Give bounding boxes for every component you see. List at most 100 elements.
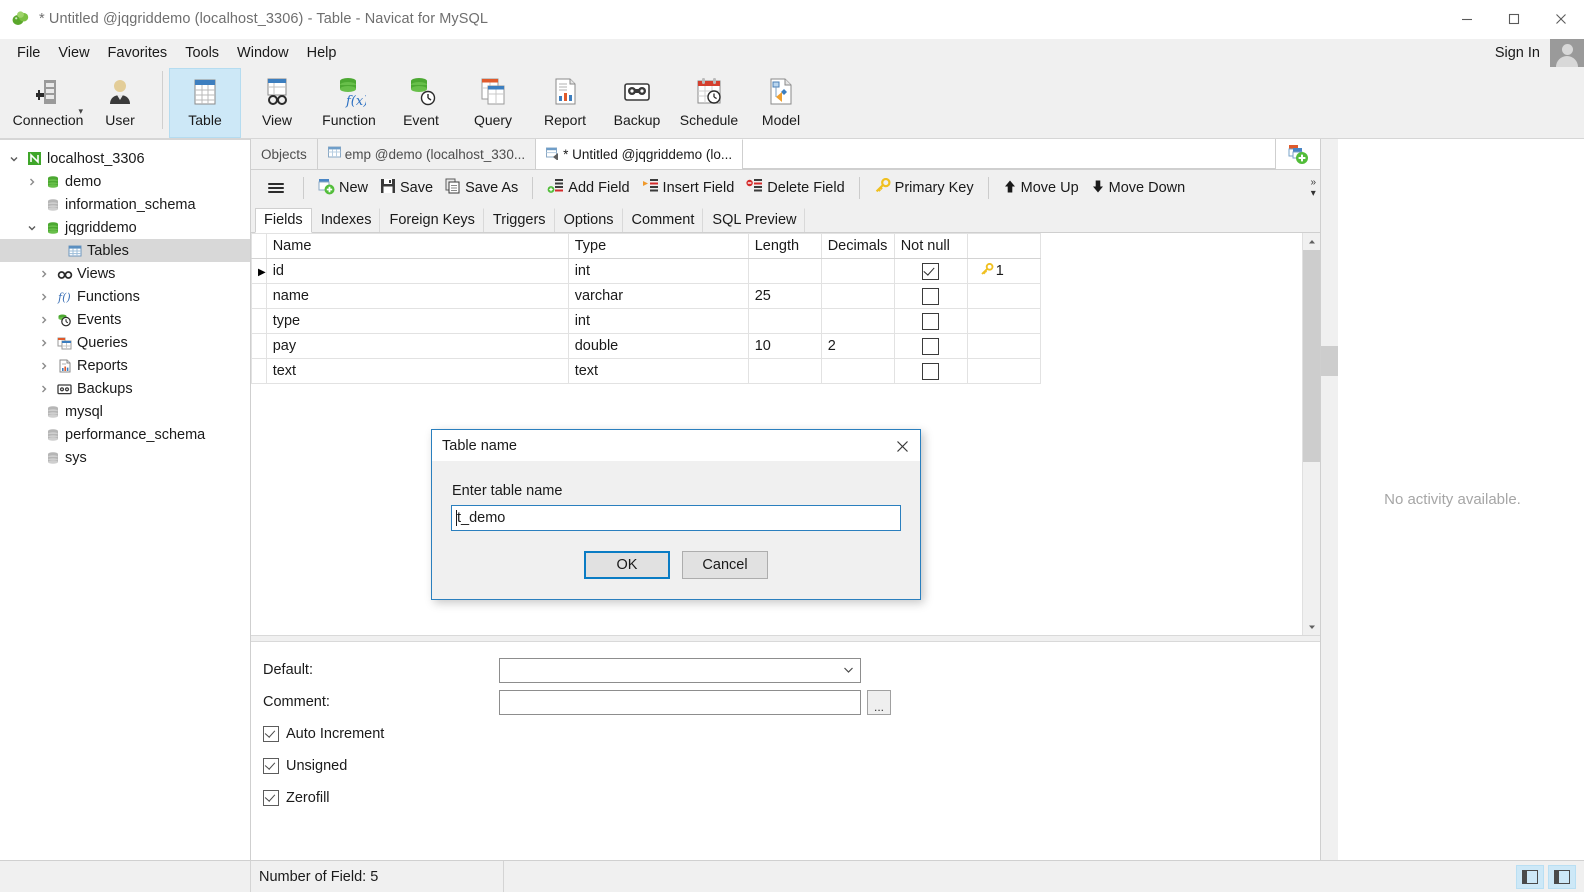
not-null-checkbox[interactable] [922,287,940,305]
panel-splitter[interactable] [251,635,1320,642]
delete-field-button[interactable]: Delete Field [740,175,850,201]
cell-decimals[interactable]: 2 [820,333,895,359]
column-header-decimals[interactable]: Decimals [820,233,895,259]
tab-emp-demo[interactable]: emp @demo (localhost_330... [317,139,537,169]
cell-name[interactable]: pay [265,333,569,359]
chevron-down-icon[interactable]: ▾ [78,106,83,117]
sidebar-item-backups[interactable]: Backups [0,377,250,400]
scroll-thumb[interactable] [1321,346,1338,376]
toolbar-report[interactable]: Report [529,68,601,139]
unsigned-checkbox[interactable] [263,758,279,774]
tab-sql-preview[interactable]: SQL Preview [703,208,806,232]
cancel-button[interactable]: Cancel [682,551,768,579]
column-header-length[interactable]: Length [747,233,822,259]
tree-item-information-schema[interactable]: information_schema [0,193,250,216]
tab-comment[interactable]: Comment [622,208,704,232]
column-header-not-null[interactable]: Not null [893,233,968,259]
insert-field-button[interactable]: Insert Field [636,175,741,201]
default-select[interactable] [499,657,861,683]
zerofill-checkbox[interactable] [263,790,279,806]
tab-triggers[interactable]: Triggers [483,208,555,232]
toolbar-backup[interactable]: Backup [601,68,673,139]
table-row[interactable]: ▶ id int 1 [251,258,1041,284]
cell-type[interactable]: text [567,358,749,384]
cell-key[interactable] [966,358,1041,384]
menu-favorites[interactable]: Favorites [99,42,177,64]
scroll-thumb[interactable] [1303,250,1320,462]
menu-help[interactable]: Help [298,42,346,64]
auto-increment-row[interactable]: Auto Increment [251,718,1320,750]
chevron-right-icon[interactable] [34,361,54,371]
row-handle[interactable] [251,283,267,309]
tree-item-demo[interactable]: demo [0,170,250,193]
cell-decimals[interactable] [820,283,895,309]
cell-length[interactable] [747,358,822,384]
not-null-checkbox[interactable] [922,337,940,355]
toolbar-schedule[interactable]: Schedule [673,68,745,139]
table-name-input[interactable]: t_demo [451,505,901,531]
chevron-right-icon[interactable] [34,269,54,279]
scroll-up-icon[interactable] [1303,233,1320,250]
toolbar-connection[interactable]: Connection ▾ [12,68,84,139]
cell-length[interactable]: 10 [747,333,822,359]
toolbar-query[interactable]: Query [457,68,529,139]
save-as-button[interactable]: Save As [439,175,524,201]
left-panel-toggle-icon[interactable] [1516,864,1544,889]
unsigned-row[interactable]: Unsigned [251,750,1320,782]
toolbar-user[interactable]: User [84,68,156,139]
scroll-track[interactable] [1303,250,1320,618]
minimize-button[interactable] [1443,0,1490,38]
cell-length[interactable] [747,308,822,334]
row-handle[interactable] [251,333,267,359]
grid-vertical-scrollbar[interactable] [1302,233,1320,635]
cell-decimals[interactable] [820,258,895,284]
menu-tools[interactable]: Tools [176,42,228,64]
table-row[interactable]: pay double 10 2 [251,333,1041,359]
comment-browse-button[interactable]: ... [867,689,891,715]
menu-file[interactable]: File [8,42,49,64]
chevron-down-icon[interactable] [4,154,24,164]
tree-item-mysql[interactable]: mysql [0,400,250,423]
tab-fields[interactable]: Fields [255,208,312,233]
chevron-right-icon[interactable] [34,384,54,394]
column-header-key[interactable] [966,233,1041,259]
cell-length[interactable]: 25 [747,283,822,309]
avatar[interactable] [1550,39,1584,67]
toolbar-overflow-button[interactable]: » ▾ [1310,170,1316,206]
add-field-button[interactable]: Add Field [541,175,635,201]
table-row[interactable]: name varchar 25 [251,283,1041,309]
cell-type[interactable]: varchar [567,283,749,309]
comment-input[interactable] [499,689,861,715]
zerofill-row[interactable]: Zerofill [251,782,1320,814]
dialog-close-button[interactable] [890,434,914,458]
cell-name[interactable]: id [265,258,569,284]
cell-not-null[interactable] [893,333,968,359]
ok-button[interactable]: OK [584,551,670,579]
cell-name[interactable]: type [265,308,569,334]
cell-decimals[interactable] [820,308,895,334]
toolbar-model[interactable]: Model [745,68,817,139]
tree-item-sys[interactable]: sys [0,446,250,469]
sidebar-item-tables[interactable]: Tables [0,239,250,262]
toolbar-view[interactable]: View [241,68,313,139]
move-down-button[interactable]: Move Down [1085,176,1192,201]
move-up-button[interactable]: Move Up [997,176,1085,201]
sidebar-item-queries[interactable]: Queries [0,331,250,354]
table-row[interactable]: text text [251,358,1041,384]
activity-scrollbar[interactable] [1321,139,1338,860]
tab-options[interactable]: Options [554,208,623,232]
cell-not-null[interactable] [893,283,968,309]
cell-type[interactable]: double [567,333,749,359]
cell-name[interactable]: name [265,283,569,309]
not-null-checkbox[interactable] [922,362,940,380]
cell-decimals[interactable] [820,358,895,384]
cell-type[interactable]: int [567,308,749,334]
chevron-right-icon[interactable] [34,315,54,325]
tree-item-jqgriddemo[interactable]: jqgriddemo [0,216,250,239]
row-handle[interactable] [251,308,267,334]
tree-item-performance-schema[interactable]: performance_schema [0,423,250,446]
chevron-right-icon[interactable] [22,177,42,187]
tab-indexes[interactable]: Indexes [311,208,381,232]
row-handle[interactable]: ▶ [251,258,267,284]
cell-key[interactable] [966,333,1041,359]
